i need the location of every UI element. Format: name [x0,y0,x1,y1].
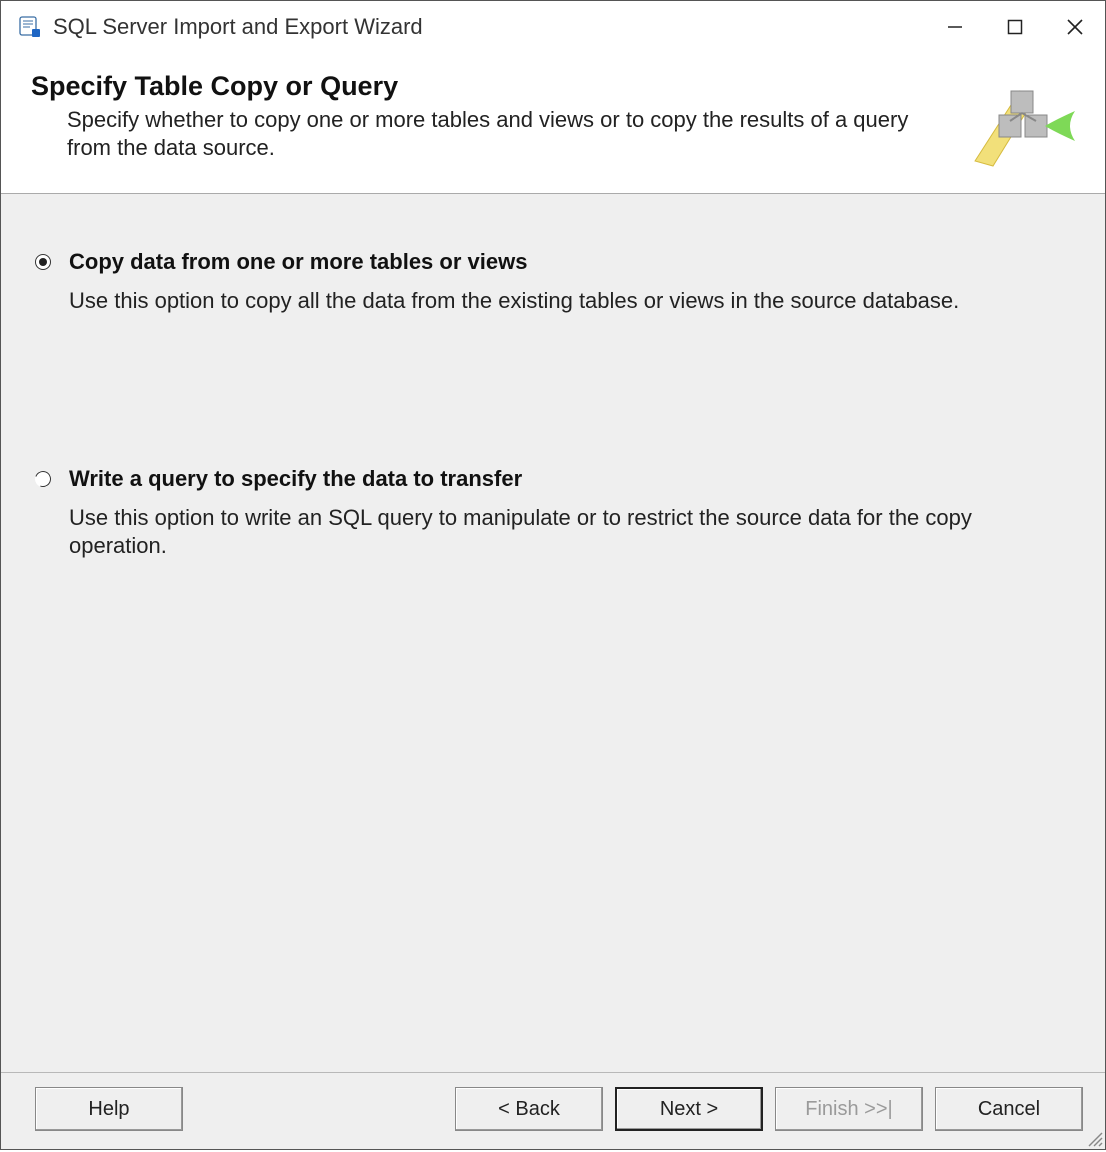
option-write-query-desc: Use this option to write an SQL query to… [35,504,995,561]
maximize-button[interactable] [985,9,1045,45]
titlebar: SQL Server Import and Export Wizard [1,1,1105,53]
wizard-footer: Help < Back Next > Finish >>| Cancel [1,1072,1105,1149]
window-controls [925,9,1105,45]
back-button[interactable]: < Back [455,1087,603,1131]
resize-grip[interactable] [1085,1129,1103,1147]
cancel-button[interactable]: Cancel [935,1087,1083,1131]
app-icon [19,16,41,38]
wizard-banner-icon [965,71,1075,171]
page-title: Specify Table Copy or Query [31,71,945,102]
help-button[interactable]: Help [35,1087,183,1131]
option-write-query: Write a query to specify the data to tra… [35,466,1071,561]
wizard-header: Specify Table Copy or Query Specify whet… [1,53,1105,194]
radio-write-query[interactable] [32,468,53,489]
option-copy-tables-label[interactable]: Copy data from one or more tables or vie… [69,249,527,275]
minimize-button[interactable] [925,9,985,45]
option-write-query-label[interactable]: Write a query to specify the data to tra… [69,466,522,492]
page-subtitle: Specify whether to copy one or more tabl… [31,106,945,161]
option-copy-tables-desc: Use this option to copy all the data fro… [35,287,995,316]
wizard-window: SQL Server Import and Export Wizard Spec… [0,0,1106,1150]
radio-copy-tables[interactable] [35,254,51,270]
window-title: SQL Server Import and Export Wizard [53,14,925,40]
finish-button: Finish >>| [775,1087,923,1131]
wizard-content: Copy data from one or more tables or vie… [1,194,1105,1072]
option-copy-tables: Copy data from one or more tables or vie… [35,249,1071,316]
next-button[interactable]: Next > [615,1087,763,1131]
close-button[interactable] [1045,9,1105,45]
